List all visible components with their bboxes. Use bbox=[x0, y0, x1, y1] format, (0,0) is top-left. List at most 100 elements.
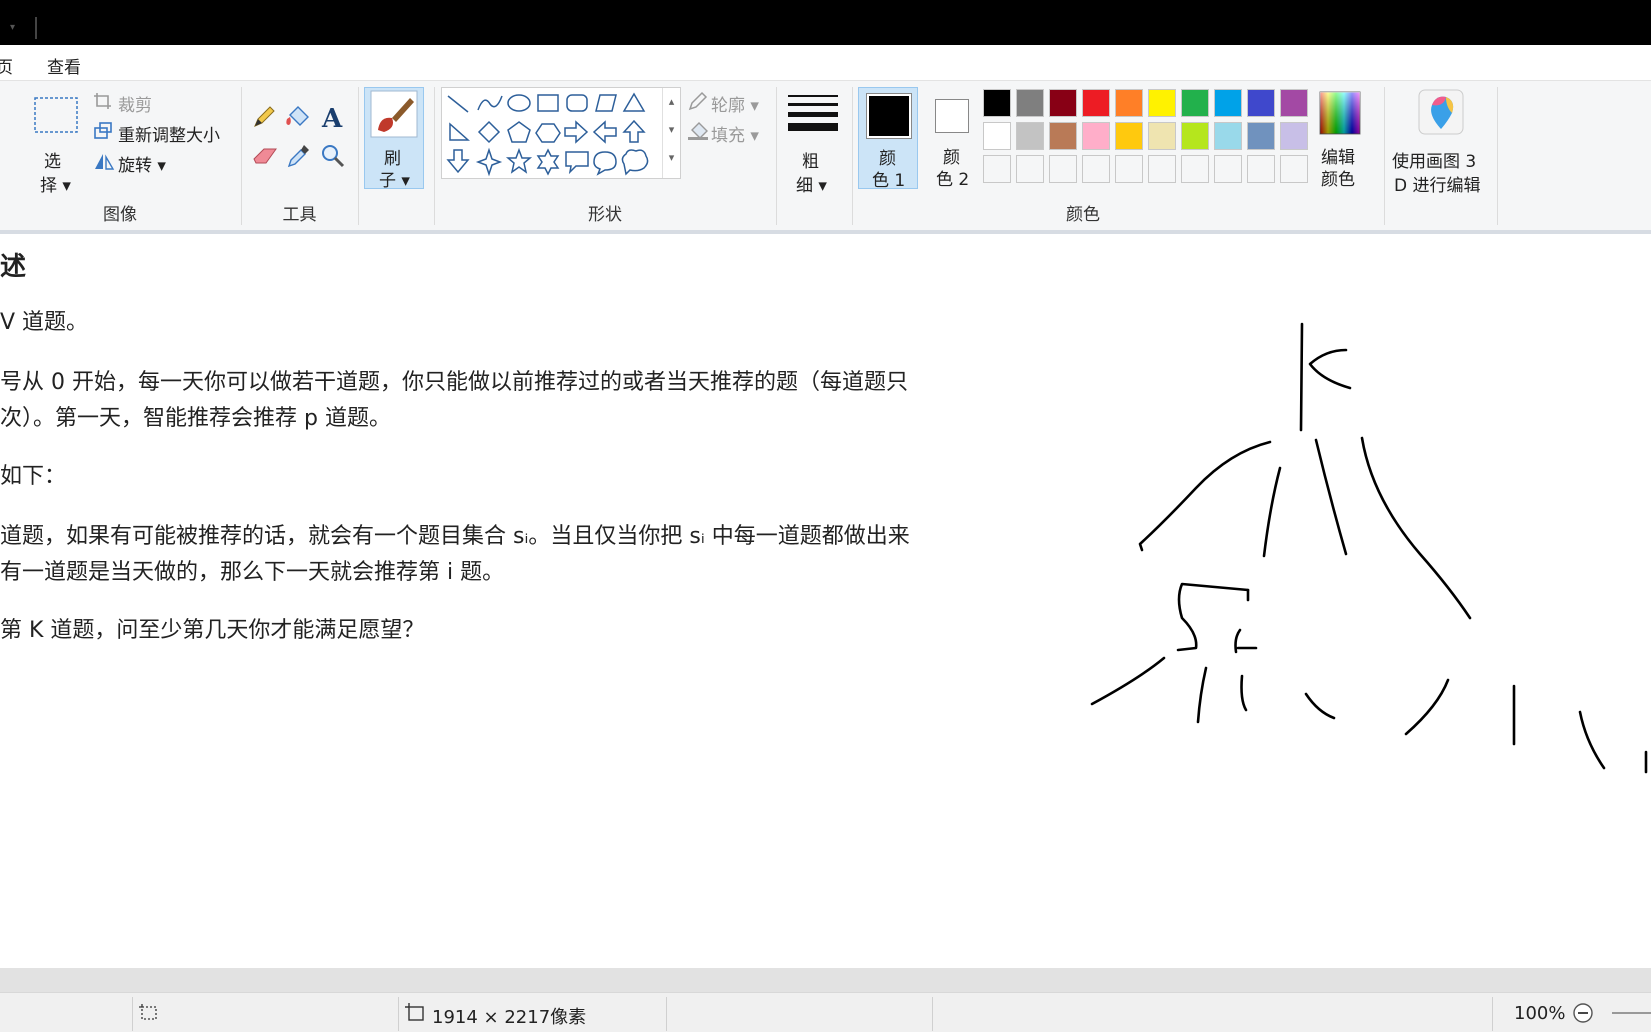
horizontal-scrollbar[interactable] bbox=[0, 968, 1651, 992]
color2-label-2: 色 2 bbox=[936, 170, 970, 190]
separator bbox=[1497, 87, 1498, 225]
palette-swatch[interactable] bbox=[1082, 122, 1110, 150]
tools-group-label: 工具 bbox=[282, 205, 317, 225]
sketch-stroke bbox=[1090, 656, 1166, 706]
palette-empty-swatch[interactable] bbox=[1115, 155, 1143, 183]
palette-swatch[interactable] bbox=[1115, 122, 1143, 150]
palette-swatch[interactable] bbox=[1280, 89, 1308, 117]
eraser-icon[interactable] bbox=[252, 145, 278, 167]
tools-group: A 工具 bbox=[242, 81, 357, 231]
fill-bucket-icon[interactable] bbox=[284, 105, 310, 129]
edit-colors-button[interactable]: 编辑 颜色 bbox=[1311, 87, 1371, 190]
tab-home-partial[interactable]: 页 bbox=[0, 53, 13, 78]
palette-swatch[interactable] bbox=[1247, 89, 1275, 117]
palette-swatch[interactable] bbox=[1181, 122, 1209, 150]
fill-button[interactable]: 填充 ▾ bbox=[711, 121, 759, 146]
color2-button[interactable]: 颜 色 2 bbox=[923, 87, 983, 190]
palette-swatch[interactable] bbox=[1148, 122, 1176, 150]
palette-swatch[interactable] bbox=[1016, 122, 1044, 150]
palette-swatch[interactable] bbox=[1082, 89, 1110, 117]
outline-button[interactable]: 轮廓 ▾ bbox=[711, 91, 759, 116]
freehand-tree-sketch bbox=[1090, 322, 1648, 774]
paint3d-button[interactable]: 使用画图 3 D 进行编辑 bbox=[1386, 81, 1496, 231]
zoom-out-icon[interactable] bbox=[1572, 1002, 1594, 1024]
shapes-scroll[interactable]: ▴ ▾ ▾ bbox=[662, 88, 680, 178]
palette-empty-swatch[interactable] bbox=[1280, 155, 1308, 183]
shapes-gallery: ▴ ▾ ▾ bbox=[441, 87, 681, 179]
shapes-group: ▴ ▾ ▾ 轮廓 ▾ 填充 ▾ 形状 bbox=[435, 81, 775, 231]
sketch-stroke bbox=[1196, 666, 1208, 724]
sketch-stroke bbox=[1138, 440, 1272, 552]
color1-label-2: 色 1 bbox=[872, 171, 906, 191]
text-icon[interactable]: A bbox=[320, 103, 346, 131]
palette-empty-swatch[interactable] bbox=[983, 155, 1011, 183]
palette-empty-swatch[interactable] bbox=[1082, 155, 1110, 183]
palette-swatch[interactable] bbox=[1148, 89, 1176, 117]
separator bbox=[776, 87, 777, 225]
palette-empty-swatch[interactable] bbox=[1049, 155, 1077, 183]
resize-button[interactable]: 重新调整大小 bbox=[118, 121, 220, 146]
select-label-2[interactable]: 择 ▾ bbox=[40, 171, 71, 196]
size-button[interactable]: 粗 细 ▾ bbox=[778, 81, 850, 231]
rect-callout-icon bbox=[565, 151, 589, 175]
sketch-stroke bbox=[1314, 438, 1348, 556]
edit-colors-label-2: 颜色 bbox=[1321, 170, 1355, 190]
paint3d-label-2: D 进行编辑 bbox=[1394, 176, 1481, 196]
drawing-canvas[interactable]: 述 V 道题。 号从 0 开始，每一天你可以做若干道题，你只能做以前推荐过的或者… bbox=[0, 238, 1651, 968]
sketch-s-shape bbox=[1176, 582, 1250, 652]
palette-empty-swatch[interactable] bbox=[1148, 155, 1176, 183]
outline-pencil-icon bbox=[688, 91, 708, 111]
palette-swatch[interactable] bbox=[1049, 122, 1077, 150]
oval-shape-icon bbox=[507, 94, 531, 112]
title-bar: ▾ bbox=[0, 0, 1651, 45]
palette-swatch[interactable] bbox=[983, 122, 1011, 150]
color1-button[interactable]: 颜 色 1 bbox=[858, 87, 918, 191]
palette-swatch[interactable] bbox=[1280, 122, 1308, 150]
pentagon-shape-icon bbox=[507, 121, 531, 143]
palette-swatch[interactable] bbox=[1181, 89, 1209, 117]
ribbon-tab-row: 页 查看 bbox=[0, 45, 1651, 81]
fill-bucket-small-icon bbox=[688, 122, 708, 140]
brush-button[interactable]: 刷 子 ▾ bbox=[364, 87, 424, 191]
palette-swatch[interactable] bbox=[1214, 122, 1242, 150]
line-shape-icon bbox=[447, 95, 469, 113]
size-label-1: 粗 bbox=[802, 152, 819, 172]
palette-swatch[interactable] bbox=[983, 89, 1011, 117]
right-triangle-shape-icon bbox=[449, 122, 470, 141]
four-point-star-icon bbox=[475, 147, 503, 177]
separator bbox=[1384, 87, 1385, 225]
triangle-shape-icon bbox=[622, 92, 646, 112]
right-arrow-shape-icon bbox=[564, 120, 589, 144]
brush-icon bbox=[370, 90, 418, 138]
select-label-1[interactable]: 选 bbox=[44, 147, 61, 172]
palette-empty-swatch[interactable] bbox=[1181, 155, 1209, 183]
zoom-slider[interactable] bbox=[1612, 1012, 1651, 1014]
rotate-button[interactable]: 旋转 ▾ bbox=[118, 151, 166, 176]
palette-swatch[interactable] bbox=[1214, 89, 1242, 117]
magnifier-icon[interactable] bbox=[320, 143, 346, 169]
palette-swatch[interactable] bbox=[1049, 89, 1077, 117]
sketch-stroke bbox=[1262, 466, 1282, 558]
palette-swatch[interactable] bbox=[1115, 89, 1143, 117]
palette-empty-swatch[interactable] bbox=[1016, 155, 1044, 183]
separator bbox=[932, 997, 933, 1031]
pencil-icon[interactable] bbox=[252, 105, 276, 129]
separator bbox=[666, 997, 667, 1031]
sketch-stroke bbox=[1404, 678, 1450, 736]
rounded-rect-shape-icon bbox=[566, 94, 588, 112]
palette-swatch[interactable] bbox=[1247, 122, 1275, 150]
cloud-callout-icon bbox=[621, 149, 649, 176]
palette-empty-swatch[interactable] bbox=[1214, 155, 1242, 183]
curve-shape-icon bbox=[477, 95, 503, 111]
color-picker-icon[interactable] bbox=[286, 143, 310, 169]
select-rect-icon[interactable] bbox=[34, 97, 78, 133]
crop-button[interactable]: 裁剪 bbox=[118, 91, 152, 116]
quick-access-chevron-icon[interactable]: ▾ bbox=[10, 22, 15, 33]
up-arrow-shape-icon bbox=[622, 119, 646, 143]
palette-empty-swatch[interactable] bbox=[1247, 155, 1275, 183]
svg-text:A: A bbox=[321, 104, 343, 131]
tab-view[interactable]: 查看 bbox=[47, 53, 81, 78]
ribbon: 选 择 ▾ 裁剪 重新调整大小 旋转 ▾ 图像 A 工具 刷 子 ▾ ▴ ▾ ▾… bbox=[0, 81, 1651, 234]
sketch-stroke bbox=[1360, 436, 1472, 620]
palette-swatch[interactable] bbox=[1016, 89, 1044, 117]
